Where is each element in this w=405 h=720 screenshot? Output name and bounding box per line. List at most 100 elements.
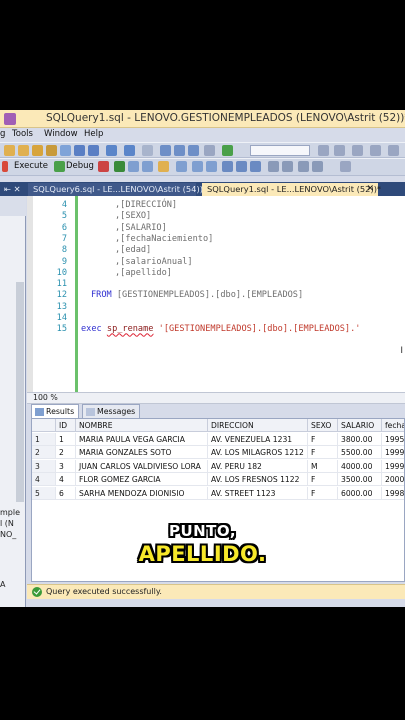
tab-messages[interactable]: Messages: [82, 404, 141, 418]
results-to-file-icon[interactable]: [250, 161, 261, 172]
grid-cell[interactable]: MARIA PAULA VEGA GARCIA: [76, 432, 208, 446]
increase-indent-icon[interactable]: [312, 161, 323, 172]
tab-sqlquery1[interactable]: SQLQuery1.sql - LE...LENOVO\Astrit (52))…: [202, 183, 381, 196]
line-number: 13: [56, 301, 67, 312]
grid-cell[interactable]: JUAN CARLOS VALDIVIESO LORA: [76, 459, 208, 473]
column-header[interactable]: fecha: [382, 419, 404, 432]
cancel-query-icon[interactable]: [98, 161, 109, 172]
analysis-query-icon[interactable]: [32, 145, 43, 156]
column-header[interactable]: NOMBRE: [76, 419, 208, 432]
copy-icon[interactable]: [174, 145, 185, 156]
grid-cell[interactable]: 5500.00: [338, 446, 382, 460]
grid-cell[interactable]: AV. PERU 182: [208, 459, 308, 473]
grid-cell[interactable]: 1998: [382, 487, 404, 500]
video-caption: PUNTO, APELLIDO.: [0, 522, 405, 566]
grid-cell[interactable]: M: [308, 459, 338, 473]
parse-icon[interactable]: [114, 161, 125, 172]
execute-button[interactable]: Execute: [14, 161, 48, 171]
grid-cell[interactable]: F: [308, 473, 338, 487]
save-icon[interactable]: [74, 145, 85, 156]
query-status-bar: Query executed successfully.: [27, 584, 405, 599]
grid-cell[interactable]: SARHA MENDOZA DIONISIO: [76, 487, 208, 500]
close-tab-icon[interactable]: ✕: [366, 184, 374, 194]
grid-cell[interactable]: AV. LOS MILAGROS 1212: [208, 446, 308, 460]
menu-item-help[interactable]: Help: [84, 129, 103, 139]
grid-cell[interactable]: 1: [56, 432, 76, 446]
row-number[interactable]: 3: [32, 459, 56, 473]
tab-results[interactable]: Results: [31, 404, 80, 418]
column-header[interactable]: SALARIO: [338, 419, 382, 432]
grid-cell[interactable]: 1999: [382, 460, 404, 473]
database-query-icon[interactable]: [18, 145, 29, 156]
menu-item-partial[interactable]: g: [0, 129, 5, 139]
open-file-icon[interactable]: [60, 145, 71, 156]
grid-cell[interactable]: 3500.00: [338, 473, 382, 487]
tab-sqlquery6[interactable]: SQLQuery6.sql - LE...LENOVO\Astrit (54)): [28, 183, 203, 196]
results-to-grid-icon[interactable]: [236, 161, 247, 172]
row-number[interactable]: 1: [32, 432, 56, 446]
intellisense-icon[interactable]: [176, 161, 187, 172]
tree-item-fragment[interactable]: mple: [0, 508, 20, 517]
row-number[interactable]: 5: [32, 487, 56, 500]
decrease-indent-icon[interactable]: [298, 161, 309, 172]
template-explorer-icon[interactable]: [370, 145, 381, 156]
results-to-text-icon[interactable]: [222, 161, 233, 172]
grid-cell[interactable]: AV. VENEZUELA 1231: [208, 432, 308, 446]
messages-icon: [86, 408, 95, 416]
grid-cell[interactable]: AV. LOS FRESNOS 1122: [208, 473, 308, 487]
tree-item-fragment[interactable]: A: [0, 580, 5, 589]
specify-values-icon[interactable]: [340, 161, 351, 172]
registered-servers-icon[interactable]: [388, 145, 399, 156]
column-header[interactable]: ID: [56, 419, 76, 432]
debug-button[interactable]: Debug: [66, 161, 94, 171]
grid-cell[interactable]: F: [308, 487, 338, 500]
app-icon: [4, 113, 16, 125]
query-editor[interactable]: 4 ,[DIRECCIÓN] 5 ,[SEXO] 6 ,[SALARIO] 7 ,[fecha…: [27, 196, 405, 392]
navigate-back-icon[interactable]: [142, 145, 153, 156]
grid-cell[interactable]: 1999: [382, 446, 404, 460]
include-plan-icon[interactable]: [192, 161, 203, 172]
grid-cell[interactable]: 3: [56, 459, 76, 473]
grid-cell[interactable]: MARIA GONZALES SOTO: [76, 446, 208, 460]
grid-cell[interactable]: 4: [56, 473, 76, 487]
toolbox-icon[interactable]: [334, 145, 345, 156]
zoom-level-dropdown[interactable]: 100 %: [33, 393, 58, 402]
grid-cell[interactable]: 2: [56, 446, 76, 460]
pin-tab-glyph[interactable]: ⇤ ✕: [2, 183, 26, 196]
grid-cell[interactable]: 6: [56, 487, 76, 500]
column-header[interactable]: SEXO: [308, 419, 338, 432]
client-stats-icon[interactable]: [206, 161, 217, 172]
paste-icon[interactable]: [188, 145, 199, 156]
new-query-icon[interactable]: [4, 145, 15, 156]
comment-icon[interactable]: [268, 161, 279, 172]
query-options-icon[interactable]: [158, 161, 169, 172]
display-plan-icon[interactable]: [128, 161, 139, 172]
object-explorer-icon[interactable]: [352, 145, 363, 156]
query-designer-icon[interactable]: [142, 161, 153, 172]
grid-cell[interactable]: FLOR GOMEZ GARCIA: [76, 473, 208, 487]
grid-cell[interactable]: 3800.00: [338, 432, 382, 446]
menu-item-tools[interactable]: Tools: [12, 129, 33, 139]
column-header[interactable]: DIRECCION: [208, 419, 308, 432]
grid-cell[interactable]: AV. STREET 1123: [208, 487, 308, 500]
grid-cell[interactable]: 6000.00: [338, 487, 382, 500]
mdx-query-icon[interactable]: [46, 145, 57, 156]
menu-item-window[interactable]: Window: [44, 129, 78, 139]
object-explorer-scrollbar[interactable]: [16, 282, 24, 502]
row-number[interactable]: 4: [32, 473, 56, 487]
solution-config-dropdown[interactable]: [250, 145, 310, 156]
uncomment-icon[interactable]: [282, 161, 293, 172]
grid-cell[interactable]: 4000.00: [338, 459, 382, 473]
find-icon[interactable]: [204, 145, 215, 156]
grid-cell[interactable]: F: [308, 432, 338, 446]
cut-icon[interactable]: [160, 145, 171, 156]
row-number[interactable]: 2: [32, 446, 56, 460]
start-debug-icon[interactable]: [222, 145, 233, 156]
properties-icon[interactable]: [318, 145, 329, 156]
grid-cell[interactable]: 2000: [382, 473, 404, 487]
save-all-icon[interactable]: [88, 145, 99, 156]
grid-cell[interactable]: 1995: [382, 433, 404, 446]
redo-icon[interactable]: [124, 145, 135, 156]
grid-cell[interactable]: F: [308, 446, 338, 460]
undo-icon[interactable]: [106, 145, 117, 156]
